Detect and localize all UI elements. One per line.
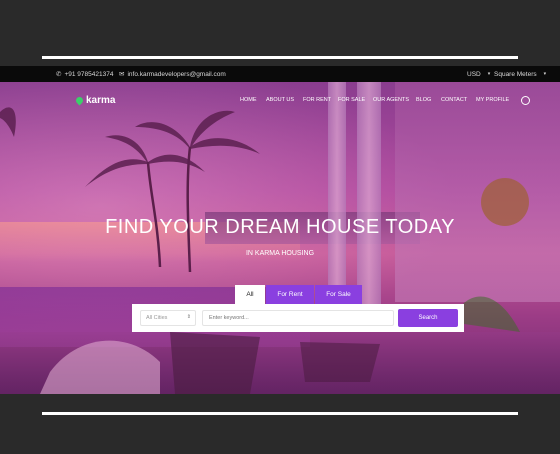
phone-contact[interactable]: ✆ +91 9785421374 [56, 70, 114, 79]
hero-subheadline: IN KARMA HOUSING [245, 250, 315, 257]
units-label: Square Meters [494, 70, 537, 78]
logo-text: karma [86, 95, 116, 106]
lounge-chair-left [40, 340, 160, 394]
caret-down-icon: ▾ [543, 71, 547, 77]
karma-logo[interactable]: karma [74, 95, 116, 106]
nav-home[interactable]: HOME [240, 97, 257, 103]
nav-contact[interactable]: CONTACT [441, 97, 467, 103]
units-dropdown[interactable]: Square Meters ▾ [494, 71, 546, 78]
nav-for-sale[interactable]: FOR SALE [338, 97, 365, 103]
keyword-input[interactable] [202, 310, 394, 326]
nav-my-profile[interactable]: MY PROFILE [476, 97, 509, 103]
nav-blog[interactable]: BLOG [416, 97, 431, 103]
lounge-chair-center [170, 332, 260, 394]
currency-label: USD [467, 70, 481, 78]
frame-top-line [42, 56, 518, 59]
hero-banner: karma HOME ABOUT US FOR RENT FOR SALE OU… [0, 82, 560, 394]
currency-dropdown[interactable]: USD ▾ [467, 71, 490, 78]
caret-down-icon: ▾ [487, 71, 491, 77]
nav-about-us[interactable]: ABOUT US [266, 97, 294, 103]
hero-headline: FIND YOUR DREAM HOUSE TODAY [105, 216, 455, 238]
search-button[interactable]: Search [398, 309, 458, 327]
city-select[interactable]: All Cities ⇕ [140, 310, 196, 326]
tab-all[interactable]: All [235, 285, 265, 304]
chevron-updown-icon: ⇕ [186, 314, 191, 320]
property-search-form: All Cities ⇕ Search [132, 304, 464, 332]
frame-bottom-line [42, 412, 518, 415]
location-pin-icon [74, 95, 85, 106]
nav-for-rent[interactable]: FOR RENT [303, 97, 331, 103]
email-address: info.karmadevelopers@gmail.com [127, 70, 226, 78]
top-bar: ✆ +91 9785421374 ✉ info.karmadevelopers@… [0, 66, 560, 82]
lounge-chair-right [300, 342, 380, 382]
tab-for-rent[interactable]: For Rent [266, 285, 314, 304]
nav-our-agents[interactable]: OUR AGENTS [373, 97, 409, 103]
city-select-value: All Cities [146, 315, 168, 321]
tab-for-sale[interactable]: For Sale [315, 285, 362, 304]
phone-number: +91 9785421374 [64, 70, 114, 78]
phone-icon: ✆ [56, 71, 62, 78]
envelope-icon: ✉ [119, 71, 125, 78]
email-contact[interactable]: ✉ info.karmadevelopers@gmail.com [119, 70, 226, 79]
palm-fronds [0, 107, 260, 187]
user-icon[interactable] [521, 96, 530, 105]
